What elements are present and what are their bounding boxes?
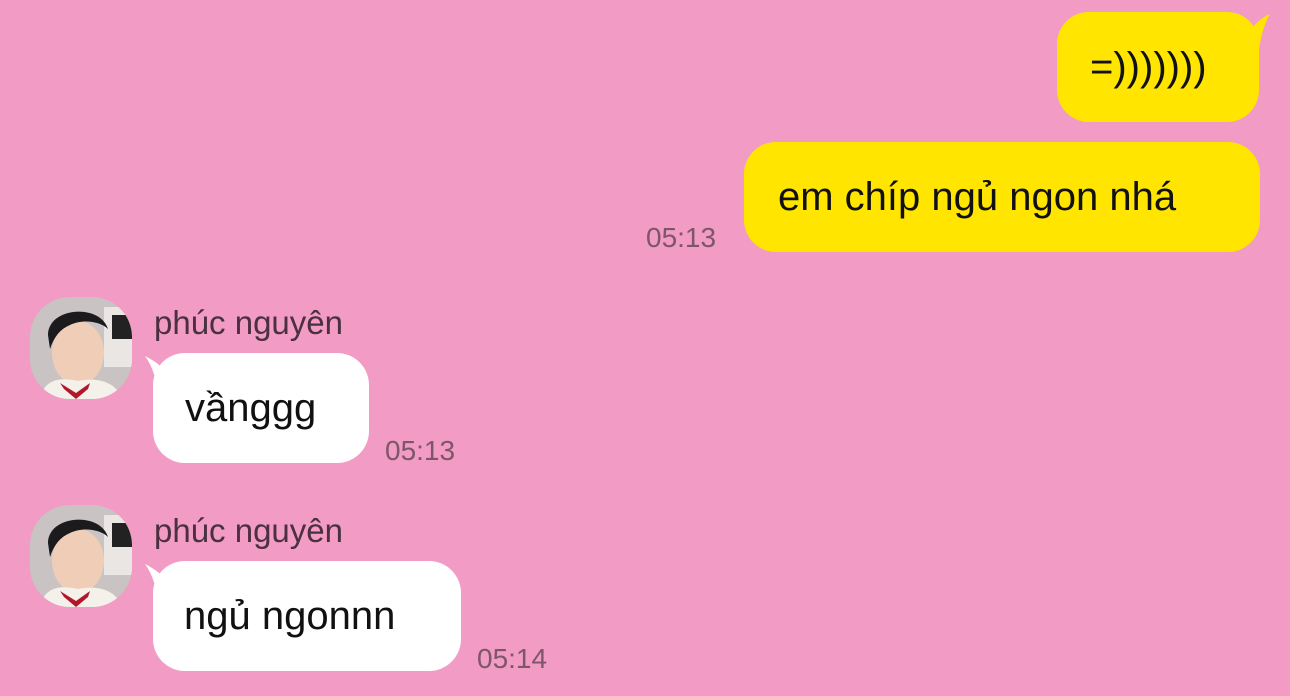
message-text: vầnggg xyxy=(185,386,317,430)
outgoing-message-bubble[interactable]: em chíp ngủ ngon nhá xyxy=(744,142,1260,252)
avatar-photo xyxy=(30,505,132,607)
chat-thread: =))))))) em chíp ngủ ngon nhá 05:13 phúc… xyxy=(0,0,1290,696)
incoming-message-bubble[interactable]: vầnggg xyxy=(153,353,369,463)
message-timestamp: 05:13 xyxy=(646,222,717,253)
message-text: ngủ ngonnn xyxy=(184,594,396,638)
sender-name: phúc nguyên xyxy=(154,304,343,341)
sender-name: phúc nguyên xyxy=(154,512,343,549)
incoming-message-bubble[interactable]: ngủ ngonnn xyxy=(153,561,461,671)
avatar[interactable] xyxy=(30,297,132,399)
avatar-photo xyxy=(30,297,132,399)
message-timestamp: 05:13 xyxy=(385,435,456,466)
avatar[interactable] xyxy=(30,505,132,607)
message-timestamp: 05:14 xyxy=(477,643,548,674)
outgoing-message-bubble[interactable]: =))))))) xyxy=(1057,12,1259,122)
message-text: =))))))) xyxy=(1090,45,1207,89)
message-text: em chíp ngủ ngon nhá xyxy=(778,175,1177,219)
